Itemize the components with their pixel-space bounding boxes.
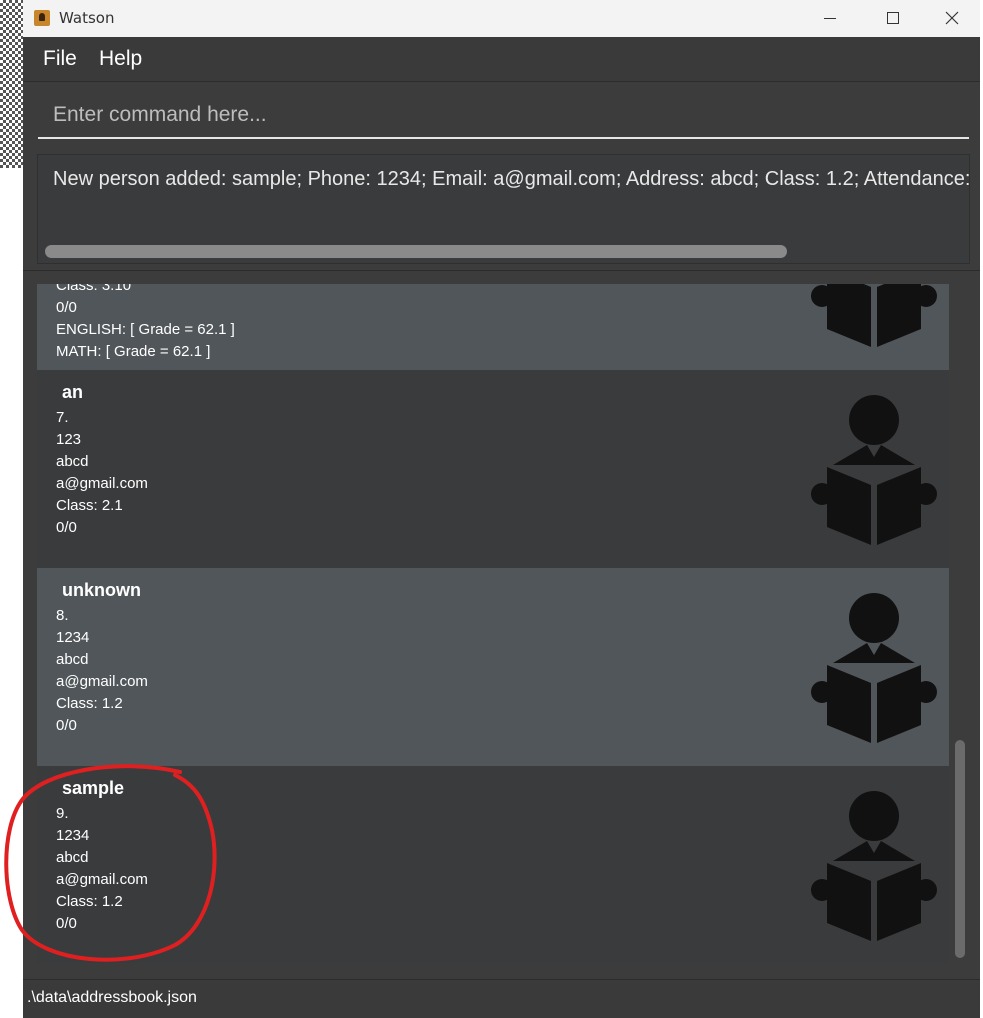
card-attendance: 0/0 bbox=[56, 519, 77, 536]
status-bar: .\data\addressbook.json bbox=[23, 979, 980, 1018]
card-class: Class: 1.2 bbox=[56, 695, 123, 712]
card-phone: 123 bbox=[56, 431, 82, 448]
person-list[interactable]: Class: 3.10 0/0 ENGLISH: [ Grade = 62.1 … bbox=[37, 284, 949, 963]
card-phone: 1234 bbox=[56, 827, 90, 844]
divider bbox=[23, 270, 980, 271]
card-class: Class: 1.2 bbox=[56, 893, 123, 910]
card-attendance: 0/0 bbox=[56, 915, 77, 932]
minimize-button[interactable] bbox=[806, 0, 854, 37]
person-card-partial[interactable]: Class: 3.10 0/0 ENGLISH: [ Grade = 62.1 … bbox=[37, 284, 949, 370]
card-address: abcd bbox=[56, 453, 89, 470]
reading-person-icon bbox=[811, 593, 937, 743]
card-name: unknown bbox=[62, 580, 141, 600]
card-email: a@gmail.com bbox=[56, 673, 148, 690]
reading-person-icon bbox=[811, 791, 937, 941]
card-address: abcd bbox=[56, 849, 89, 866]
reading-person-icon bbox=[811, 395, 937, 545]
card-attendance: 0/0 bbox=[56, 299, 77, 316]
list-vertical-scrollbar[interactable] bbox=[955, 740, 965, 958]
card-phone: 1234 bbox=[56, 629, 90, 646]
maximize-button[interactable] bbox=[868, 0, 916, 37]
command-input[interactable] bbox=[38, 93, 969, 137]
menu-file[interactable]: File bbox=[43, 47, 77, 71]
command-box bbox=[38, 93, 969, 139]
person-card[interactable]: sample 9. 1234 abcd a@gmail.com Class: 1… bbox=[37, 766, 949, 963]
card-index: 9. bbox=[56, 805, 69, 822]
person-card[interactable]: unknown 8. 1234 abcd a@gmail.com Class: … bbox=[37, 568, 949, 766]
card-class: Class: 2.1 bbox=[56, 497, 123, 514]
app-window: Watson File Help New person added: sampl… bbox=[23, 0, 980, 1018]
card-email: a@gmail.com bbox=[56, 871, 148, 888]
card-name: an bbox=[62, 382, 84, 402]
menu-help[interactable]: Help bbox=[99, 47, 142, 71]
result-display: New person added: sample; Phone: 1234; E… bbox=[37, 154, 970, 264]
card-name: sample bbox=[62, 778, 125, 798]
card-email: a@gmail.com bbox=[56, 475, 148, 492]
card-grade: ENGLISH: [ Grade = 62.1 ] bbox=[56, 321, 235, 338]
desktop-background bbox=[0, 0, 23, 168]
result-message: New person added: sample; Phone: 1234; E… bbox=[53, 168, 970, 190]
app-icon bbox=[34, 10, 50, 26]
card-class: Class: 3.10 bbox=[56, 284, 132, 294]
card-attendance: 0/0 bbox=[56, 717, 77, 734]
menu-bar: File Help bbox=[23, 37, 980, 82]
person-card[interactable]: an 7. 123 abcd a@gmail.com Class: 2.1 0/… bbox=[37, 370, 949, 568]
result-horizontal-scrollbar[interactable] bbox=[45, 245, 787, 258]
title-bar: Watson bbox=[23, 0, 980, 37]
card-index: 8. bbox=[56, 607, 69, 624]
card-index: 7. bbox=[56, 409, 69, 426]
reading-person-icon bbox=[811, 284, 937, 347]
close-icon bbox=[945, 11, 959, 25]
data-file-path: .\data\addressbook.json bbox=[27, 989, 197, 1006]
close-button[interactable] bbox=[928, 0, 976, 37]
window-title: Watson bbox=[59, 9, 115, 27]
card-grade: MATH: [ Grade = 62.1 ] bbox=[56, 343, 211, 360]
card-address: abcd bbox=[56, 651, 89, 668]
